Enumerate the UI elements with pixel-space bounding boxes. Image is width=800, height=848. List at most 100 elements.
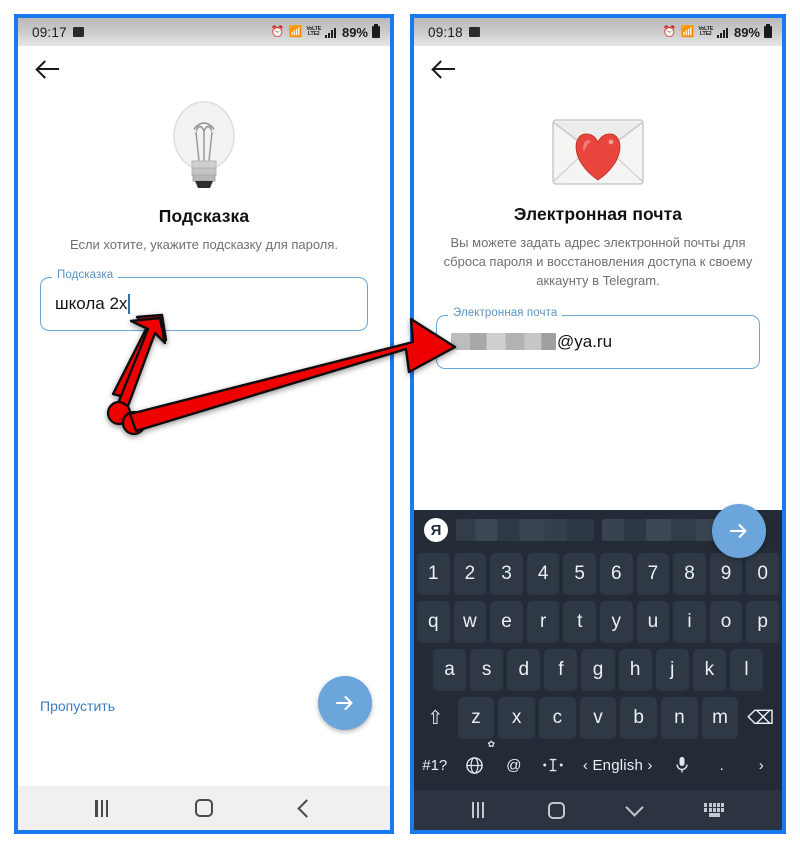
key-0[interactable]: 0 — [746, 553, 779, 595]
recents-icon[interactable] — [95, 799, 108, 817]
skip-button[interactable]: Пропустить — [40, 698, 115, 714]
hint-field-box[interactable]: школа 2x — [40, 276, 368, 331]
key-7[interactable]: 7 — [636, 553, 670, 595]
key-z[interactable]: z — [457, 697, 495, 739]
key-v[interactable]: v — [579, 697, 617, 739]
page-title-email: Электронная почта — [513, 204, 683, 224]
key-q[interactable]: q — [417, 601, 450, 643]
next-fab-button-left[interactable] — [318, 676, 372, 730]
globe-icon[interactable]: ✿ — [457, 739, 495, 785]
keyboard-row-bottom-letters: ⇧ z x c v b n m ⌫ — [414, 694, 782, 742]
key-h[interactable]: h — [618, 649, 652, 691]
redacted-username — [451, 333, 556, 351]
screen-hint: 09:17 ⏰ 📶 VoLTE LTE2 89% Подсказка Если … — [18, 18, 390, 830]
recents-icon[interactable] — [471, 802, 485, 818]
status-icons-left: ⏰ 📶 VoLTE LTE2 89% — [270, 24, 380, 40]
wifi-icon: 📶 — [288, 25, 303, 38]
wifi-icon: 📶 — [680, 25, 695, 38]
alarm-icon: ⏰ — [662, 25, 677, 38]
enter-key[interactable]: › — [743, 745, 779, 785]
symbols-key[interactable]: #1? — [417, 745, 453, 785]
key-f[interactable]: f — [544, 649, 578, 691]
key-w[interactable]: w — [453, 601, 487, 643]
key-r[interactable]: r — [526, 601, 560, 643]
content-hint: Подсказка Если хотите, укажите подсказку… — [18, 92, 390, 786]
key-a[interactable]: a — [433, 649, 467, 691]
arrow-right-icon — [730, 524, 747, 538]
key-c[interactable]: c — [539, 697, 576, 739]
key-4[interactable]: 4 — [526, 553, 560, 595]
battery-percent: 89% — [341, 24, 368, 40]
keyboard-row-top: q w e r t y u i o p — [414, 598, 782, 646]
key-8[interactable]: 8 — [673, 553, 706, 595]
key-e[interactable]: e — [490, 601, 523, 643]
key-b[interactable]: b — [620, 697, 658, 739]
key-9[interactable]: 9 — [709, 553, 743, 595]
shift-key[interactable]: ⇧ — [417, 697, 454, 739]
language-key[interactable]: ‹ English › — [575, 745, 660, 785]
key-o[interactable]: o — [709, 601, 743, 643]
page-subtitle-email: Вы можете задать адрес электронной почты… — [443, 235, 753, 288]
key-i[interactable]: i — [673, 601, 706, 643]
home-icon[interactable] — [547, 801, 565, 819]
period-key[interactable]: . — [704, 745, 740, 785]
suggestion-chip[interactable] — [456, 519, 594, 541]
email-input-field[interactable]: Электронная почта @ya.ru — [436, 306, 760, 369]
hint-field-label: Подсказка — [52, 268, 119, 281]
home-icon[interactable] — [194, 799, 213, 817]
key-p[interactable]: p — [746, 601, 779, 643]
status-time: 09:18 — [428, 24, 463, 40]
at-key[interactable]: @ — [496, 745, 532, 785]
alarm-icon: ⏰ — [270, 25, 285, 38]
hint-input-field[interactable]: Подсказка школа 2x — [40, 268, 368, 331]
battery-icon — [764, 24, 772, 38]
key-x[interactable]: x — [498, 697, 535, 739]
key-u[interactable]: u — [636, 601, 670, 643]
gear-icon: ✿ — [487, 739, 496, 749]
email-field-label: Электронная почта — [448, 306, 563, 319]
screenshot-canvas: 09:17 ⏰ 📶 VoLTE LTE2 89% Подсказка Если … — [0, 0, 800, 848]
key-l[interactable]: l — [729, 649, 763, 691]
hide-keyboard-icon[interactable] — [625, 798, 644, 817]
volte-icon: VoLTE LTE2 — [698, 25, 713, 37]
cursor-control-icon[interactable] — [536, 745, 572, 785]
mic-icon[interactable] — [664, 745, 700, 785]
yandex-logo-icon[interactable]: Я — [424, 518, 448, 542]
key-k[interactable]: k — [692, 649, 726, 691]
battery-icon — [372, 24, 380, 38]
battery-percent: 89% — [733, 24, 760, 40]
key-2[interactable]: 2 — [453, 553, 487, 595]
back-arrow-icon[interactable] — [432, 56, 458, 82]
light-bulb-emoji — [152, 96, 256, 200]
key-6[interactable]: 6 — [600, 553, 633, 595]
back-icon[interactable] — [296, 798, 316, 818]
system-navbar-left — [18, 786, 390, 830]
volte-icon: VoLTE LTE2 — [306, 25, 321, 37]
phone-screenshot-email: 09:18 ⏰ 📶 VoLTE LTE2 89% Электронная поч… — [410, 14, 786, 834]
key-m[interactable]: m — [701, 697, 739, 739]
system-navbar-right — [414, 790, 782, 830]
status-bar-right: 09:18 ⏰ 📶 VoLTE LTE2 89% — [414, 18, 782, 46]
status-bar-left: 09:17 ⏰ 📶 VoLTE LTE2 89% — [18, 18, 390, 46]
key-3[interactable]: 3 — [490, 553, 523, 595]
arrow-right-icon — [336, 696, 353, 710]
key-5[interactable]: 5 — [563, 553, 596, 595]
keyboard-row-middle: a s d f g h j k l — [414, 646, 782, 694]
email-field-box[interactable]: @ya.ru — [436, 314, 760, 369]
back-arrow-icon[interactable] — [36, 56, 62, 82]
key-y[interactable]: y — [600, 601, 633, 643]
next-fab-button-right[interactable] — [712, 504, 766, 558]
key-j[interactable]: j — [655, 649, 689, 691]
page-subtitle-hint: Если хотите, укажите подсказку для парол… — [69, 237, 339, 252]
key-t[interactable]: t — [563, 601, 596, 643]
key-1[interactable]: 1 — [417, 553, 450, 595]
email-field-value: @ya.ru — [451, 332, 612, 352]
key-s[interactable]: s — [470, 649, 504, 691]
toolbar-left — [18, 46, 390, 92]
keyboard-switch-icon[interactable] — [704, 803, 725, 817]
key-d[interactable]: d — [507, 649, 541, 691]
key-n[interactable]: n — [661, 697, 698, 739]
backspace-key[interactable]: ⌫ — [742, 697, 779, 739]
signal-bars-icon — [716, 27, 728, 38]
key-g[interactable]: g — [581, 649, 615, 691]
